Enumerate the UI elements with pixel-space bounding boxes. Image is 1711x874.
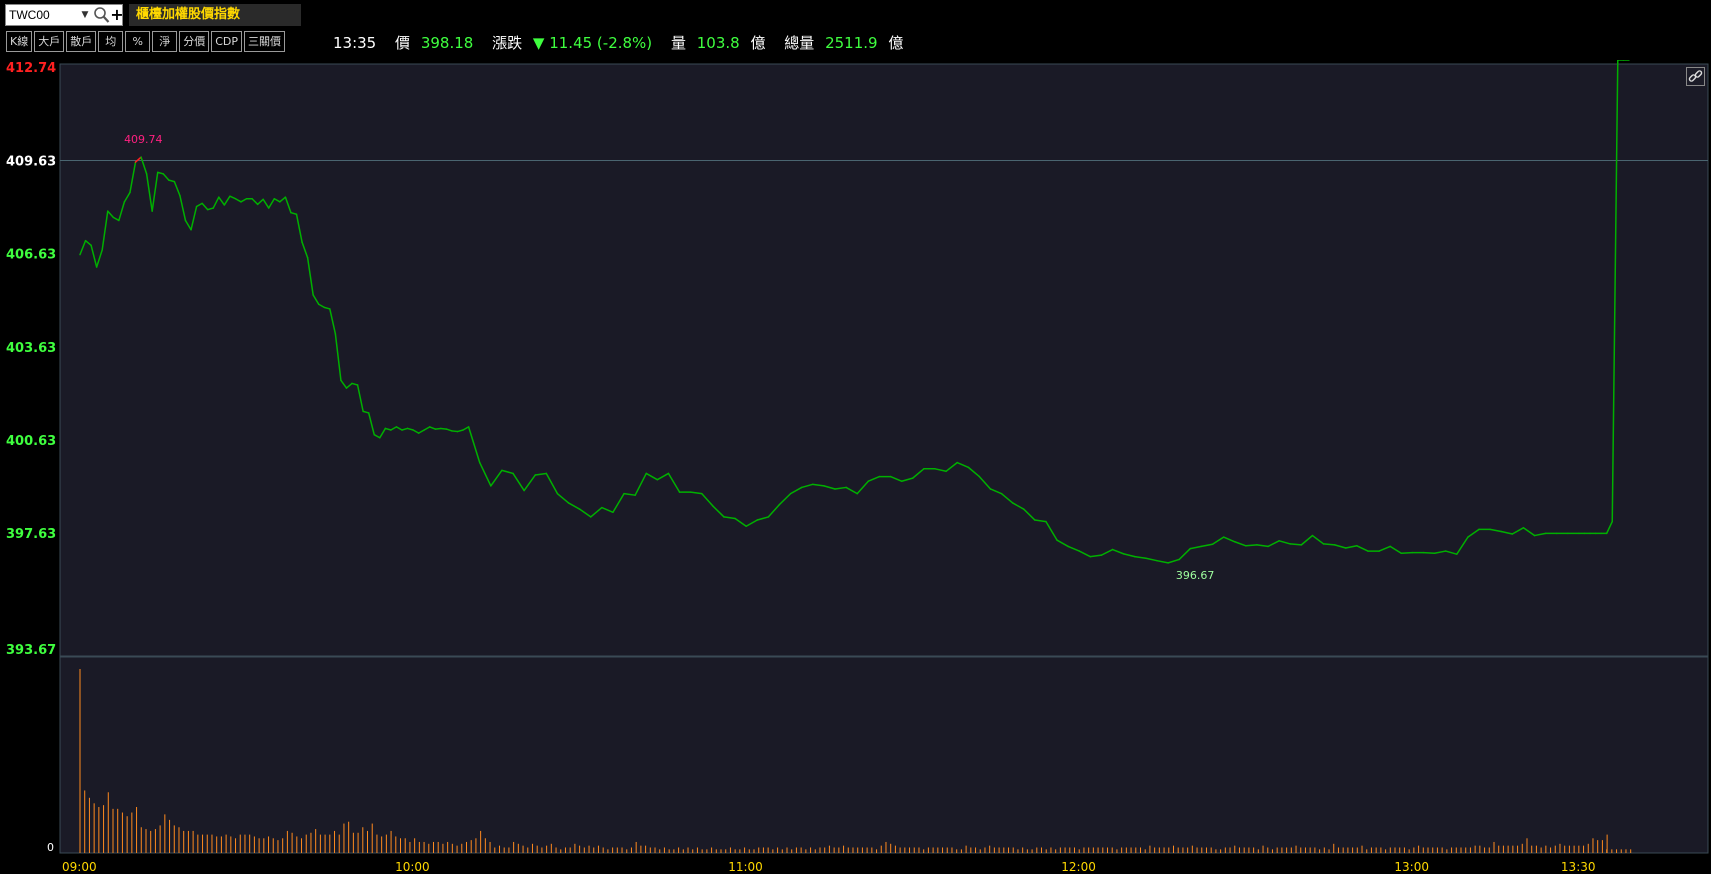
volume-value: 103.8: [696, 34, 740, 52]
price-segment: [1400, 551, 1414, 554]
price-tick-label: 412.74: [6, 61, 56, 76]
high-price-label: 409.74: [124, 133, 163, 146]
volume-zero-label: 0: [47, 841, 54, 854]
low-price-label: 396.67: [1176, 569, 1215, 582]
price-segment: [1322, 543, 1336, 546]
price-segment: [1245, 544, 1258, 547]
net-button[interactable]: 淨: [152, 31, 178, 52]
price-tick-label: 409.63: [6, 155, 56, 170]
price-tick-label: 397.63: [6, 527, 56, 542]
big-holders-button[interactable]: 大戶: [34, 31, 65, 52]
time-tick-label: 11:00: [728, 860, 763, 874]
time-tick-label: 10:00: [395, 860, 430, 874]
price-tick-label: 393.67: [6, 643, 56, 658]
time-axis: 09:00 10:00 11:00 12:00 13:00 13:30: [62, 860, 1596, 874]
top-bar: ▼ + 櫃檯加權股價指數: [0, 0, 1711, 28]
price-tick-label: 400.63: [6, 434, 56, 449]
total-volume-unit: 億: [888, 34, 904, 52]
price-axis: 412.74 409.63 406.63 403.63 400.63 397.63 393.…: [6, 61, 56, 854]
quote-time: 13:35: [333, 34, 377, 52]
instrument-title: 櫃檯加權股價指數: [129, 4, 301, 26]
toolbar-row: K線 大戶 散戶 均 % 淨 分價 CDP 三關價 13:35 價 398.18…: [0, 28, 1711, 60]
change-label: 漲跌: [492, 34, 523, 52]
link-icon[interactable]: [1686, 67, 1705, 86]
quote-line: 13:35 價 398.18 漲跌 ▼ 11.45 (-2.8%) 量 103.…: [333, 32, 903, 54]
retail-button[interactable]: 散戶: [66, 31, 97, 52]
total-volume-value: 2511.9: [825, 34, 878, 52]
cdp-button[interactable]: CDP: [211, 31, 243, 52]
average-button[interactable]: 均: [98, 31, 124, 52]
tool-buttons: K線 大戶 散戶 均 % 淨 分價 CDP 三關價: [6, 31, 287, 52]
time-tick-label: 13:00: [1394, 860, 1429, 874]
price-tick-label: 403.63: [6, 341, 56, 356]
price-tick-label: 406.63: [6, 248, 56, 263]
price-segment: [434, 427, 442, 430]
three-levels-button[interactable]: 三關價: [244, 31, 286, 52]
symbol-input[interactable]: [9, 7, 79, 23]
chevron-down-icon[interactable]: ▼: [79, 9, 91, 21]
change-down-arrow-icon: ▼: [532, 34, 545, 52]
price-label: 價: [395, 34, 411, 52]
price-distribution-button[interactable]: 分價: [179, 31, 210, 52]
percent-button[interactable]: %: [125, 31, 151, 52]
volume-unit: 億: [750, 34, 766, 52]
price-segment: [451, 430, 459, 433]
volume-plot-area: [59, 656, 1709, 854]
price-segment: [1422, 551, 1436, 554]
symbol-selector[interactable]: ▼ +: [5, 4, 124, 26]
search-icon[interactable]: [93, 6, 110, 24]
total-volume-label: 總量: [784, 34, 815, 52]
price-value: 398.18: [420, 34, 474, 52]
price-segment: [1289, 543, 1303, 546]
price-segment: [440, 427, 448, 430]
intraday-chart: 412.74 409.63 406.63 403.63 400.63 397.63 393.…: [6, 60, 1709, 874]
time-tick-label: 13:30: [1561, 860, 1596, 874]
time-tick-label: 09:00: [62, 860, 97, 874]
time-tick-label: 12:00: [1061, 860, 1096, 874]
change-value: 11.45 (-2.8%): [549, 34, 653, 52]
add-icon[interactable]: +: [110, 5, 124, 25]
price-plot-area: [59, 63, 1709, 657]
volume-label: 量: [670, 34, 686, 52]
kline-button[interactable]: K線: [6, 31, 33, 52]
